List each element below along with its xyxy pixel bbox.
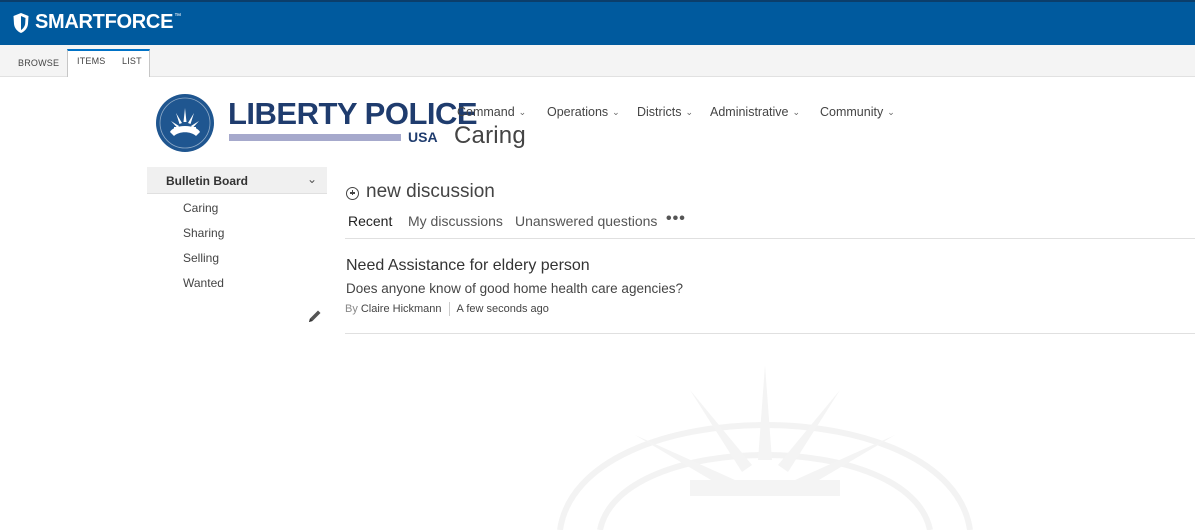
divider (345, 238, 1195, 239)
topnav-label: Districts (637, 105, 682, 119)
logo-wordmark[interactable]: LIBERTY POLICE (228, 96, 478, 132)
police-seal-icon[interactable] (156, 94, 214, 152)
by-label: By (345, 303, 358, 315)
seal-watermark-icon (557, 365, 973, 530)
suite-bar: SMARTFORCE ™ (0, 0, 1195, 45)
new-discussion-label: new discussion (366, 181, 495, 202)
discussion-meta: By Claire Hickmann A few seconds ago (345, 302, 549, 316)
chevron-down-icon: ⌄ (307, 172, 318, 186)
topnav-label: Command (457, 105, 515, 119)
divider (448, 302, 450, 316)
discussion-body: Does anyone know of good home health car… (346, 281, 683, 296)
topnav-community[interactable]: Community ⌄ (820, 104, 895, 121)
logo-bar (229, 134, 401, 141)
pencil-icon[interactable] (307, 308, 323, 324)
author-link[interactable]: Claire Hickmann (361, 302, 442, 316)
ribbon-tab-items[interactable]: ITEMS (77, 50, 106, 73)
leftnav-item-wanted[interactable]: Wanted (183, 275, 224, 291)
more-options-icon[interactable]: ••• (666, 210, 686, 228)
topnav-command[interactable]: Command ⌄ (457, 104, 526, 121)
leftnav-item-sharing[interactable]: Sharing (183, 225, 224, 241)
new-discussion-button[interactable]: new discussion (346, 180, 495, 204)
leftnav-item-selling[interactable]: Selling (183, 250, 219, 266)
discussion-title-link[interactable]: Need Assistance for eldery person (346, 256, 590, 276)
topnav-districts[interactable]: Districts ⌄ (637, 104, 693, 121)
chevron-down-icon: ⌄ (612, 107, 620, 117)
add-circle-icon (346, 186, 359, 200)
topnav-label: Operations (547, 105, 609, 119)
topnav-administrative[interactable]: Administrative ⌄ (710, 104, 800, 121)
ribbon-tab-browse[interactable]: BROWSE (18, 50, 59, 77)
filter-my-discussions[interactable]: My discussions (408, 212, 503, 230)
brand-name: SMARTFORCE (35, 11, 174, 33)
brand[interactable]: SMARTFORCE ™ (12, 11, 181, 34)
filter-unanswered-questions[interactable]: Unanswered questions (515, 212, 657, 230)
page-title: Caring (454, 122, 526, 149)
leftnav-heading-label: Bulletin Board (166, 174, 249, 188)
ribbon-tab-list[interactable]: LIST (122, 50, 142, 73)
leftnav-heading-bulletin-board[interactable]: Bulletin Board ⌄ (147, 167, 327, 194)
ribbon: BROWSE ITEMS LIST (0, 45, 1195, 77)
chevron-down-icon: ⌄ (792, 107, 801, 117)
chevron-down-icon: ⌄ (685, 107, 693, 117)
leftnav-item-caring[interactable]: Caring (183, 200, 218, 216)
brand-trademark: ™ (174, 13, 182, 20)
logo-country: USA (408, 129, 438, 145)
topnav-label: Administrative (710, 105, 789, 119)
chevron-down-icon: ⌄ (518, 107, 527, 117)
timestamp: A few seconds ago (456, 303, 549, 315)
divider (345, 333, 1195, 334)
topnav-label: Community (820, 105, 884, 119)
smartforce-shield-icon (13, 12, 29, 33)
filter-recent[interactable]: Recent (348, 212, 392, 230)
topnav-operations[interactable]: Operations ⌄ (547, 104, 620, 121)
chevron-down-icon: ⌄ (887, 107, 895, 117)
